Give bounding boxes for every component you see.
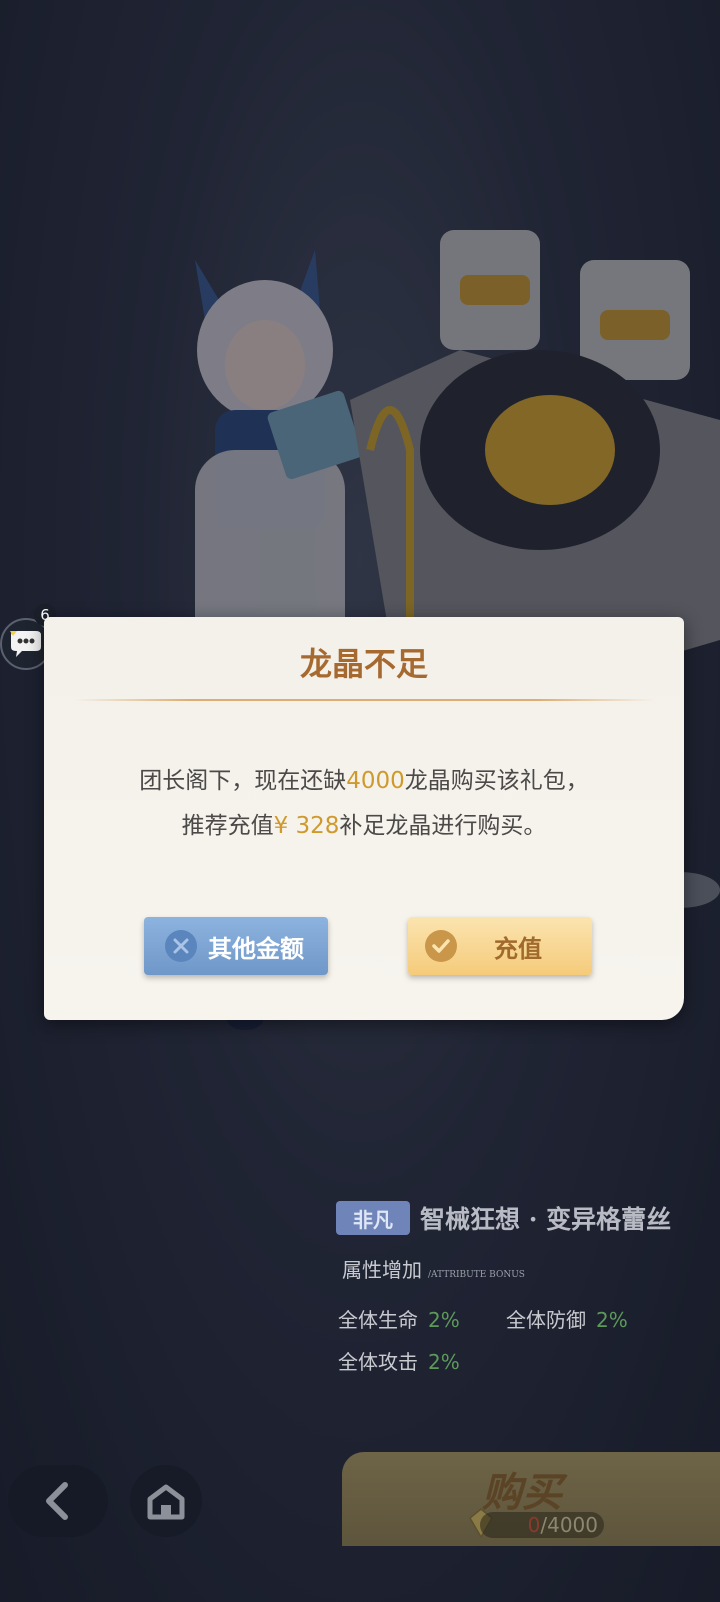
buy-label: 购买 <box>482 1469 562 1516</box>
check-circle-icon <box>425 930 457 962</box>
attribute-value: 2% <box>428 1307 460 1332</box>
message-text: 团长阁下，现在还缺 <box>139 768 347 794</box>
attribute-label: 全体生命 <box>338 1307 418 1332</box>
crystal-cost: 4000 <box>547 1513 598 1537</box>
message-text: 龙晶购买该礼包， <box>404 768 589 794</box>
attribute-item: 全体生命 2% <box>338 1304 506 1333</box>
recommended-recharge-amount: ¥ 328 <box>273 813 340 839</box>
recharge-button[interactable]: 充值 <box>408 917 592 975</box>
attribute-value: 2% <box>428 1349 460 1374</box>
dialog-title: 龙晶不足 <box>299 645 428 683</box>
game-scene: 6 龙晶不足 团长阁下，现在还缺4000龙晶购买该礼包， 推荐充值¥ 328补足… <box>0 0 720 1602</box>
attribute-header: 属性增加 /ATTRIBUTE BONUS <box>342 1254 525 1283</box>
rarity-label: 非凡 <box>353 1207 393 1232</box>
chat-bubble-icon <box>10 631 41 657</box>
message-text: 补足龙晶进行购买。 <box>339 813 547 839</box>
missing-crystal-amount: 4000 <box>346 768 405 794</box>
attribute-row: 全体攻击 2% <box>338 1339 678 1381</box>
attribute-title: 属性增加 <box>342 1258 422 1282</box>
attribute-subtitle: /ATTRIBUTE BONUS <box>428 1270 525 1280</box>
close-circle-icon <box>165 930 197 962</box>
attribute-item: 全体防御 2% <box>506 1304 674 1333</box>
home-button[interactable] <box>130 1465 202 1537</box>
rarity-badge: 非凡 <box>336 1201 410 1235</box>
price-separator: / <box>540 1513 548 1537</box>
attribute-row: 全体生命 2% 全体防御 2% <box>338 1297 678 1339</box>
insufficient-crystal-dialog: 龙晶不足 团长阁下，现在还缺4000龙晶购买该礼包， 推荐充值¥ 328补足龙晶… <box>44 617 684 1020</box>
buy-button[interactable]: 购买 0/4000 <box>342 1452 720 1546</box>
message-line-2: 推荐充值¥ 328补足龙晶进行购买。 <box>44 804 684 849</box>
attribute-list: 全体生命 2% 全体防御 2% 全体攻击 2% <box>338 1297 678 1381</box>
attribute-item: 全体攻击 2% <box>338 1346 506 1375</box>
other-amount-button[interactable]: 其他金额 <box>144 917 328 975</box>
recharge-label: 充值 <box>494 933 542 963</box>
outfit-name: 智械狂想 · 变异格蕾丝 <box>420 1205 672 1234</box>
message-text: 推荐充值 <box>181 813 274 839</box>
title-divider <box>74 699 654 701</box>
attribute-value: 2% <box>596 1307 628 1332</box>
price-display: 0/4000 <box>480 1512 604 1538</box>
outfit-name-row: 非凡 智械狂想 · 变异格蕾丝 <box>336 1200 671 1236</box>
message-line-1: 团长阁下，现在还缺4000龙晶购买该礼包， <box>44 759 684 804</box>
attribute-label: 全体攻击 <box>338 1349 418 1374</box>
owned-crystal-count: 0 <box>527 1513 541 1537</box>
dialog-message: 团长阁下，现在还缺4000龙晶购买该礼包， 推荐充值¥ 328补足龙晶进行购买。 <box>44 759 684 849</box>
chevron-left-icon <box>46 1482 68 1520</box>
attribute-label: 全体防御 <box>506 1307 586 1332</box>
home-icon <box>147 1484 185 1520</box>
other-amount-label: 其他金额 <box>208 933 304 963</box>
back-button[interactable] <box>8 1465 108 1537</box>
